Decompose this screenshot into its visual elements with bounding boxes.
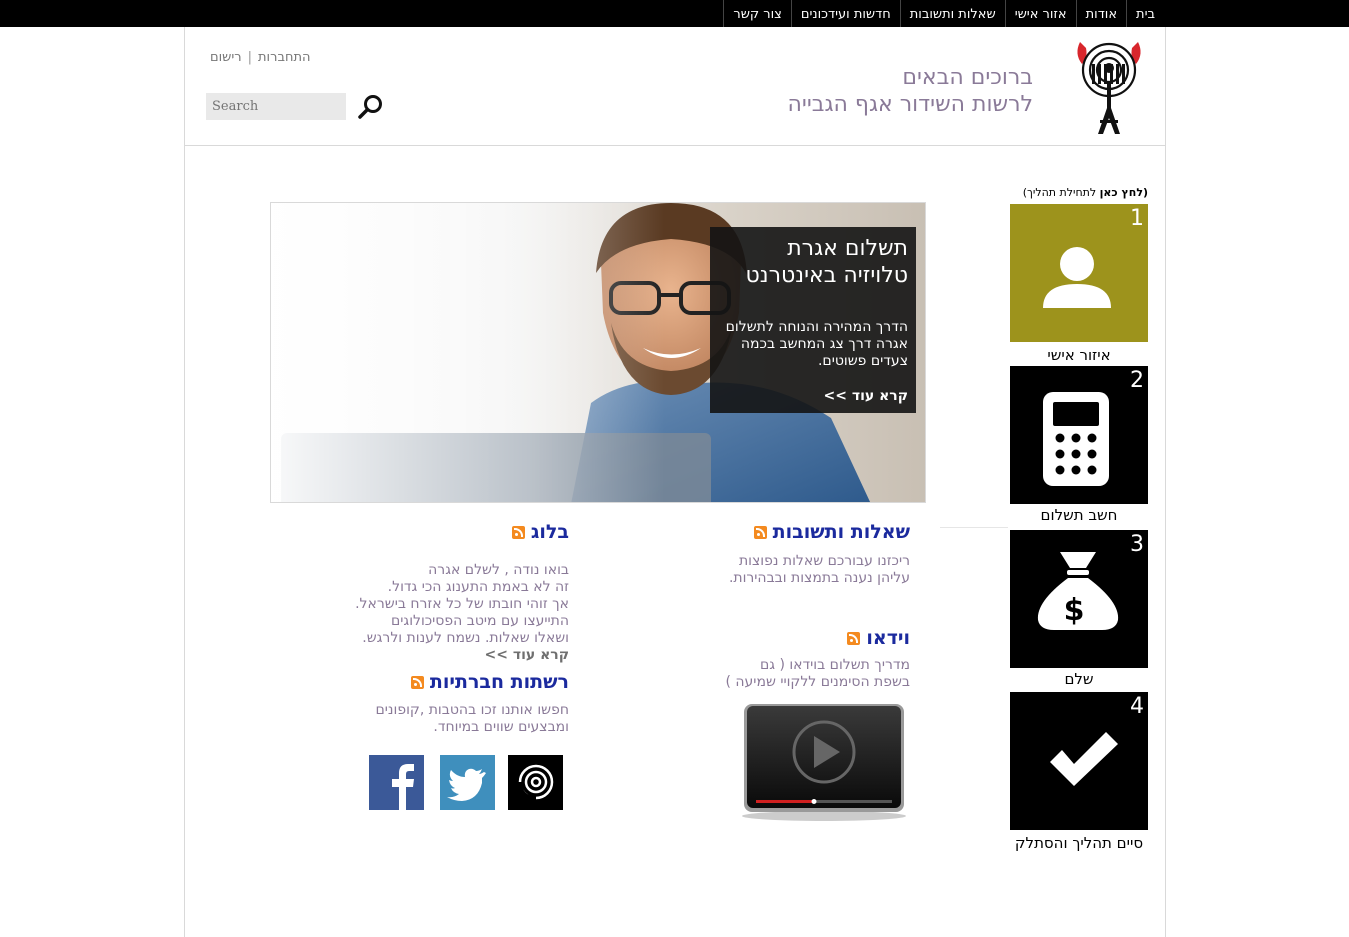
twitter-icon[interactable] xyxy=(440,755,495,810)
blog-line-1: בואו נודה , לשלם אגרה xyxy=(428,562,569,578)
rss-icon[interactable] xyxy=(847,631,861,645)
steps-caption-rest: לתחילת תהליך) xyxy=(1022,186,1100,199)
auth-separator: | xyxy=(247,50,253,65)
hero-title-line-1: תשלום אגרת xyxy=(787,236,908,261)
blog-line-2: זה לא באמת התענוג הכי גדול. xyxy=(387,579,569,595)
video-text-line-2: בשפת הסימנים ללקויי שמיעה ) xyxy=(725,674,910,690)
register-link[interactable]: רישום xyxy=(210,50,242,65)
social-text-line-1: חפשו אותנו זכו בהטבות ,קופונים xyxy=(375,702,570,718)
step-3-label[interactable]: שלם xyxy=(1000,670,1158,688)
nav-news[interactable]: חדשות ועידכונים xyxy=(790,0,900,27)
hero-title-line-2: טלויזיה באינטרנט xyxy=(745,263,909,288)
step-4-tile[interactable]: 4 xyxy=(1010,692,1148,830)
header-divider xyxy=(184,145,1166,146)
video-player-thumbnail[interactable] xyxy=(738,700,910,822)
video-title-text: וידאו xyxy=(866,627,910,649)
facebook-icon[interactable] xyxy=(369,755,424,810)
steps-caption[interactable]: (לחץ כאן לתחילת תהליך) xyxy=(1010,186,1148,199)
nav-home[interactable]: בית xyxy=(1126,0,1164,27)
svg-text:$: $ xyxy=(1064,593,1085,628)
welcome-heading: ברוכים הבאים לרשות השידור אגף הגבייה xyxy=(788,64,1033,118)
step-2-tile[interactable]: 2 xyxy=(1010,366,1148,504)
blog-text: בואו נודה , לשלם אגרה זה לא באמת התענוג … xyxy=(355,562,569,664)
blog-line-4: התייעצו עם מיטב הפסיכולוגים xyxy=(391,613,569,629)
step-4-label[interactable]: סיים תהליך והסתלק xyxy=(1000,834,1158,852)
blog-title-text: בלוג xyxy=(530,521,569,543)
broadcast-authority-logo[interactable] xyxy=(1072,38,1146,136)
calculator-icon xyxy=(1043,392,1109,486)
blog-line-5: ושאלו שאלות. נשמח לענות ולרגש. xyxy=(362,630,569,646)
step-1-label[interactable]: איזור אישי xyxy=(1000,346,1158,364)
checkmark-icon xyxy=(1050,732,1118,786)
faq-text-line-2: עליהן נענה בתמצות ובבהירות. xyxy=(728,570,910,586)
video-text: מדריך תשלום בוידאו ( גם בשפת הסימנים ללק… xyxy=(725,657,910,691)
hero-text: הדרך המהירה והנוחה לתשלום אגרה דרך צג המ… xyxy=(725,319,908,369)
video-title[interactable]: וידאו xyxy=(847,627,910,649)
hero-overlay: תשלום אגרת טלויזיה באינטרנט הדרך המהירה … xyxy=(710,227,916,413)
blog-line-3: אך זוהי חובתו של כל אזרח בישראל. xyxy=(355,596,569,612)
step-number: 3 xyxy=(1130,532,1144,557)
faq-title[interactable]: שאלות ותשובות xyxy=(753,521,910,543)
faq-text: ריכזנו עבורכם שאלות נפוצות עליהן נענה בת… xyxy=(729,553,910,587)
auth-links: רישום | התחברות xyxy=(210,50,311,65)
login-link[interactable]: התחברות xyxy=(258,50,310,65)
hero-read-more-link[interactable]: קרא עוד >> xyxy=(718,388,909,404)
social-text: חפשו אותנו זכו בהטבות ,קופונים ומבצעים ש… xyxy=(376,702,570,736)
nav-contact[interactable]: צור קשר xyxy=(723,0,791,27)
social-text-line-2: ומבצעים שווים במיוחד. xyxy=(433,719,569,735)
rss-icon[interactable] xyxy=(410,675,424,689)
step-number: 2 xyxy=(1130,368,1144,393)
side-divider xyxy=(940,527,1008,528)
user-icon xyxy=(1043,247,1111,308)
nav-about[interactable]: אודות xyxy=(1075,0,1126,27)
nav-personal-area[interactable]: אזור אישי xyxy=(1004,0,1076,27)
step-3-tile[interactable]: $ 3 xyxy=(1010,530,1148,668)
welcome-line-1: ברוכים הבאים xyxy=(902,65,1033,90)
step-2-label[interactable]: חשב תשלום xyxy=(1000,506,1158,524)
top-nav: בית אודות אזור אישי שאלות ותשובות חדשות … xyxy=(723,0,1164,27)
social-title-text: רשתות חברתיות xyxy=(429,671,569,693)
social-title[interactable]: רשתות חברתיות xyxy=(410,671,569,693)
faq-text-line-1: ריכזנו עבורכם שאלות נפוצות xyxy=(738,553,910,569)
spiral-social-icon[interactable] xyxy=(508,755,563,810)
step-number: 1 xyxy=(1130,206,1144,231)
search-icon[interactable] xyxy=(356,94,384,120)
video-text-line-1: מדריך תשלום בוידאו ( גם xyxy=(759,657,910,673)
rss-icon[interactable] xyxy=(511,525,525,539)
welcome-line-2: לרשות השידור אגף הגבייה xyxy=(787,92,1033,117)
search-input[interactable] xyxy=(206,93,346,120)
blog-title[interactable]: בלוג xyxy=(511,521,569,543)
blog-read-more-link[interactable]: קרא עוד >> xyxy=(355,647,570,664)
step-number: 4 xyxy=(1130,694,1144,719)
money-bag-icon: $ xyxy=(1037,552,1119,630)
rss-icon[interactable] xyxy=(753,525,767,539)
faq-title-text: שאלות ותשובות xyxy=(772,521,910,543)
nav-faq[interactable]: שאלות ותשובות xyxy=(899,0,1005,27)
hero-title: תשלום אגרת טלויזיה באינטרנט xyxy=(718,235,909,289)
steps-caption-bold: (לחץ כאן xyxy=(1099,186,1148,199)
step-1-tile[interactable]: 1 xyxy=(1010,204,1148,342)
